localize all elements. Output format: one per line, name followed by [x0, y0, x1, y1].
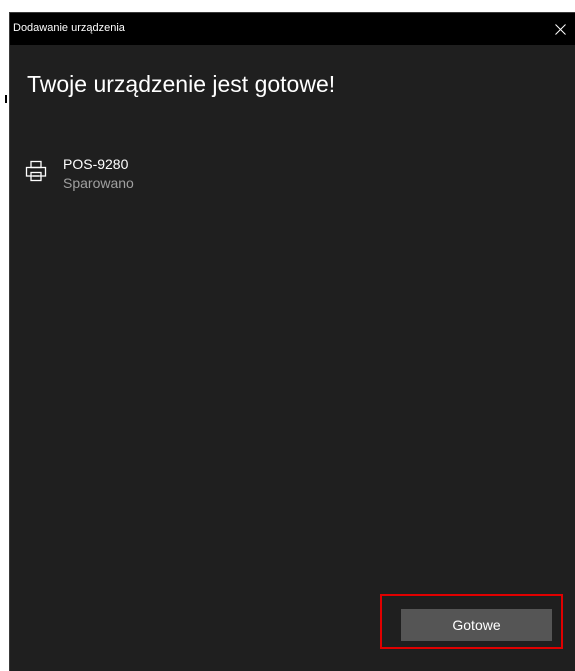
done-button[interactable]: Gotowe: [401, 609, 552, 641]
close-icon: [554, 23, 566, 35]
close-button[interactable]: [545, 13, 575, 45]
device-list-item: POS-9280 Sparowano: [24, 156, 324, 198]
window-title: Dodawanie urządzenia: [13, 22, 125, 34]
device-name: POS-9280: [63, 156, 129, 172]
add-device-window: Dodawanie urządzenia Twoje urządzenie je…: [9, 12, 575, 671]
title-bar: Dodawanie urządzenia: [10, 13, 575, 45]
printer-icon: [24, 159, 48, 183]
edge-marker: [5, 95, 7, 103]
page-heading: Twoje urządzenie jest gotowe!: [27, 71, 336, 97]
device-status: Sparowano: [63, 175, 134, 191]
